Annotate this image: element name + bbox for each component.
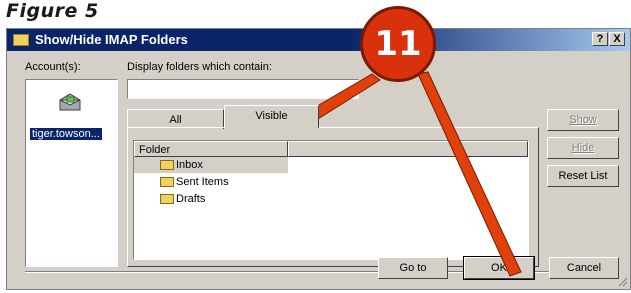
- folder-label: Sent Items: [176, 176, 229, 188]
- go-to-button[interactable]: Go to: [378, 257, 448, 279]
- close-button[interactable]: X: [609, 32, 625, 46]
- folder-label: Drafts: [176, 193, 206, 205]
- reset-list-button[interactable]: Reset List: [547, 165, 619, 187]
- filter-input[interactable]: [127, 79, 359, 99]
- filter-label: Display folders which contain:: [127, 61, 272, 73]
- hide-button[interactable]: Hide: [547, 137, 619, 159]
- show-button[interactable]: Show: [547, 109, 619, 131]
- folder-list[interactable]: Folder Inbox Sent Items Drafts: [133, 140, 529, 260]
- cancel-button[interactable]: Cancel: [549, 257, 619, 279]
- help-button[interactable]: ?: [592, 32, 608, 46]
- extra-column-header[interactable]: [288, 141, 528, 157]
- folder-icon: [160, 177, 174, 187]
- folder-column-header[interactable]: Folder: [134, 141, 288, 157]
- callout-badge: 11: [360, 6, 436, 82]
- folder-icon: [160, 160, 174, 170]
- resize-grip-icon[interactable]: [616, 275, 628, 287]
- folder-row-drafts[interactable]: Drafts: [134, 191, 288, 207]
- folder-row-sent-items[interactable]: Sent Items: [134, 174, 288, 190]
- tab-visible[interactable]: Visible: [224, 105, 319, 128]
- figure-title: Figure 5: [6, 0, 99, 22]
- window-title: Show/Hide IMAP Folders: [35, 32, 188, 47]
- show-hide-imap-folders-dialog: Show/Hide IMAP Folders ? X Account(s): t…: [6, 28, 631, 290]
- title-bar[interactable]: Show/Hide IMAP Folders ? X: [7, 29, 630, 51]
- accounts-list[interactable]: tiger.towson...: [25, 79, 118, 267]
- account-item-tiger[interactable]: tiger.towson...: [30, 128, 102, 140]
- folder-row-inbox[interactable]: Inbox: [134, 157, 288, 173]
- ok-button[interactable]: OK: [463, 256, 535, 280]
- folder-icon: [13, 34, 29, 46]
- mail-account-icon: [59, 93, 81, 111]
- tab-all[interactable]: All: [127, 109, 224, 129]
- folder-icon: [160, 194, 174, 204]
- folder-label: Inbox: [176, 159, 203, 171]
- accounts-label: Account(s):: [25, 61, 81, 73]
